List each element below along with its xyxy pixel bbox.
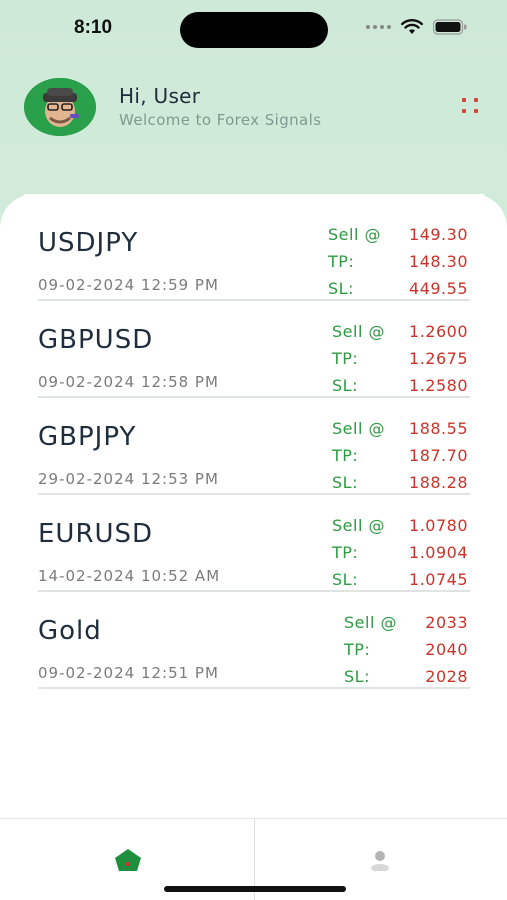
greeting-text: Hi, User — [119, 84, 201, 108]
signal-row[interactable]: Gold 09-02-2024 12:51 PM Sell @ 2033 TP: 2… — [38, 592, 470, 689]
tp-value: 1.0904 — [409, 543, 468, 562]
wifi-icon — [401, 19, 423, 34]
sl-label: SL: — [332, 473, 358, 492]
avatar-image — [24, 78, 96, 136]
sl-label: SL: — [328, 279, 354, 298]
home-icon — [115, 849, 141, 871]
tp-label: TP: — [344, 640, 371, 659]
signal-row[interactable]: USDJPY 09-02-2024 12:59 PM Sell @149.30 … — [38, 204, 470, 301]
sl-value: 2028 — [425, 667, 468, 686]
signal-levels: Sell @ 2033 TP: 2040 SL: 2028 — [344, 613, 468, 694]
sl-label: SL: — [332, 376, 358, 395]
signal-date: 09-02-2024 12:58 PM — [38, 373, 219, 391]
sl-label: SL: — [332, 570, 358, 589]
signal-levels: Sell @ 1.0780 TP: 1.0904 SL: 1.0745 — [332, 516, 468, 597]
sl-label: SL: — [344, 667, 370, 686]
entry-value: 2033 — [425, 613, 468, 632]
signal-levels: Sell @ 149.30 TP: 148.30 SL: 449.55 — [328, 225, 468, 306]
cellular-signal-icon — [366, 25, 391, 29]
battery-icon — [433, 19, 467, 35]
entry-label: Sell @ — [344, 613, 397, 632]
status-icons — [366, 19, 467, 35]
sl-value: 1.0745 — [409, 570, 468, 589]
signal-date: 09-02-2024 12:59 PM — [38, 276, 219, 294]
entry-value: 1.0780 — [409, 516, 468, 535]
entry-label: Sell @ — [332, 322, 385, 341]
tp-label: TP: — [328, 252, 355, 271]
entry-value: 149.30 — [409, 225, 468, 244]
signal-levels: Sell @ 1.2600 TP: 1.2675 SL: 1.2580 — [332, 322, 468, 403]
tp-label: TP: — [332, 543, 359, 562]
status-time: 8:10 — [74, 17, 113, 38]
avatar[interactable] — [24, 78, 96, 136]
entry-value: 188.55 — [409, 419, 468, 438]
signal-row[interactable]: GBPJPY 29-02-2024 12:53 PM Sell @188.55 … — [38, 398, 470, 495]
sl-value: 449.55 — [409, 279, 468, 298]
entry-label: Sell @ — [332, 419, 385, 438]
header: Hi, User Welcome to Forex Signals — [24, 78, 484, 138]
currency-pair: Gold — [38, 616, 102, 646]
dynamic-island — [180, 12, 328, 48]
signal-date: 09-02-2024 12:51 PM — [38, 664, 219, 682]
currency-pair: EURUSD — [38, 519, 154, 549]
signal-date: 14-02-2024 10:52 AM — [38, 567, 221, 585]
tp-label: TP: — [332, 349, 359, 368]
grid-menu-icon[interactable] — [462, 98, 484, 116]
signal-date: 29-02-2024 12:53 PM — [38, 470, 219, 488]
user-icon — [371, 851, 389, 871]
tp-value: 187.70 — [409, 446, 468, 465]
tp-value: 148.30 — [409, 252, 468, 271]
signal-row[interactable]: GBPUSD 09-02-2024 12:58 PM Sell @1.2600 … — [38, 301, 470, 398]
home-indicator — [164, 886, 346, 892]
signal-levels: Sell @ 188.55 TP: 187.70 SL: 188.28 — [332, 419, 468, 500]
tp-value: 2040 — [425, 640, 468, 659]
tp-label: TP: — [332, 446, 359, 465]
currency-pair: USDJPY — [38, 228, 139, 258]
sl-value: 188.28 — [409, 473, 468, 492]
entry-label: Sell @ — [332, 516, 385, 535]
sl-value: 1.2580 — [409, 376, 468, 395]
status-bar: 8:10 — [0, 0, 507, 60]
currency-pair: GBPUSD — [38, 325, 154, 355]
tp-value: 1.2675 — [409, 349, 468, 368]
welcome-subtitle: Welcome to Forex Signals — [119, 111, 322, 129]
entry-label: Sell @ — [328, 225, 381, 244]
entry-value: 1.2600 — [409, 322, 468, 341]
currency-pair: GBPJPY — [38, 422, 137, 452]
signal-row[interactable]: EURUSD 14-02-2024 10:52 AM Sell @1.0780 … — [38, 495, 470, 592]
